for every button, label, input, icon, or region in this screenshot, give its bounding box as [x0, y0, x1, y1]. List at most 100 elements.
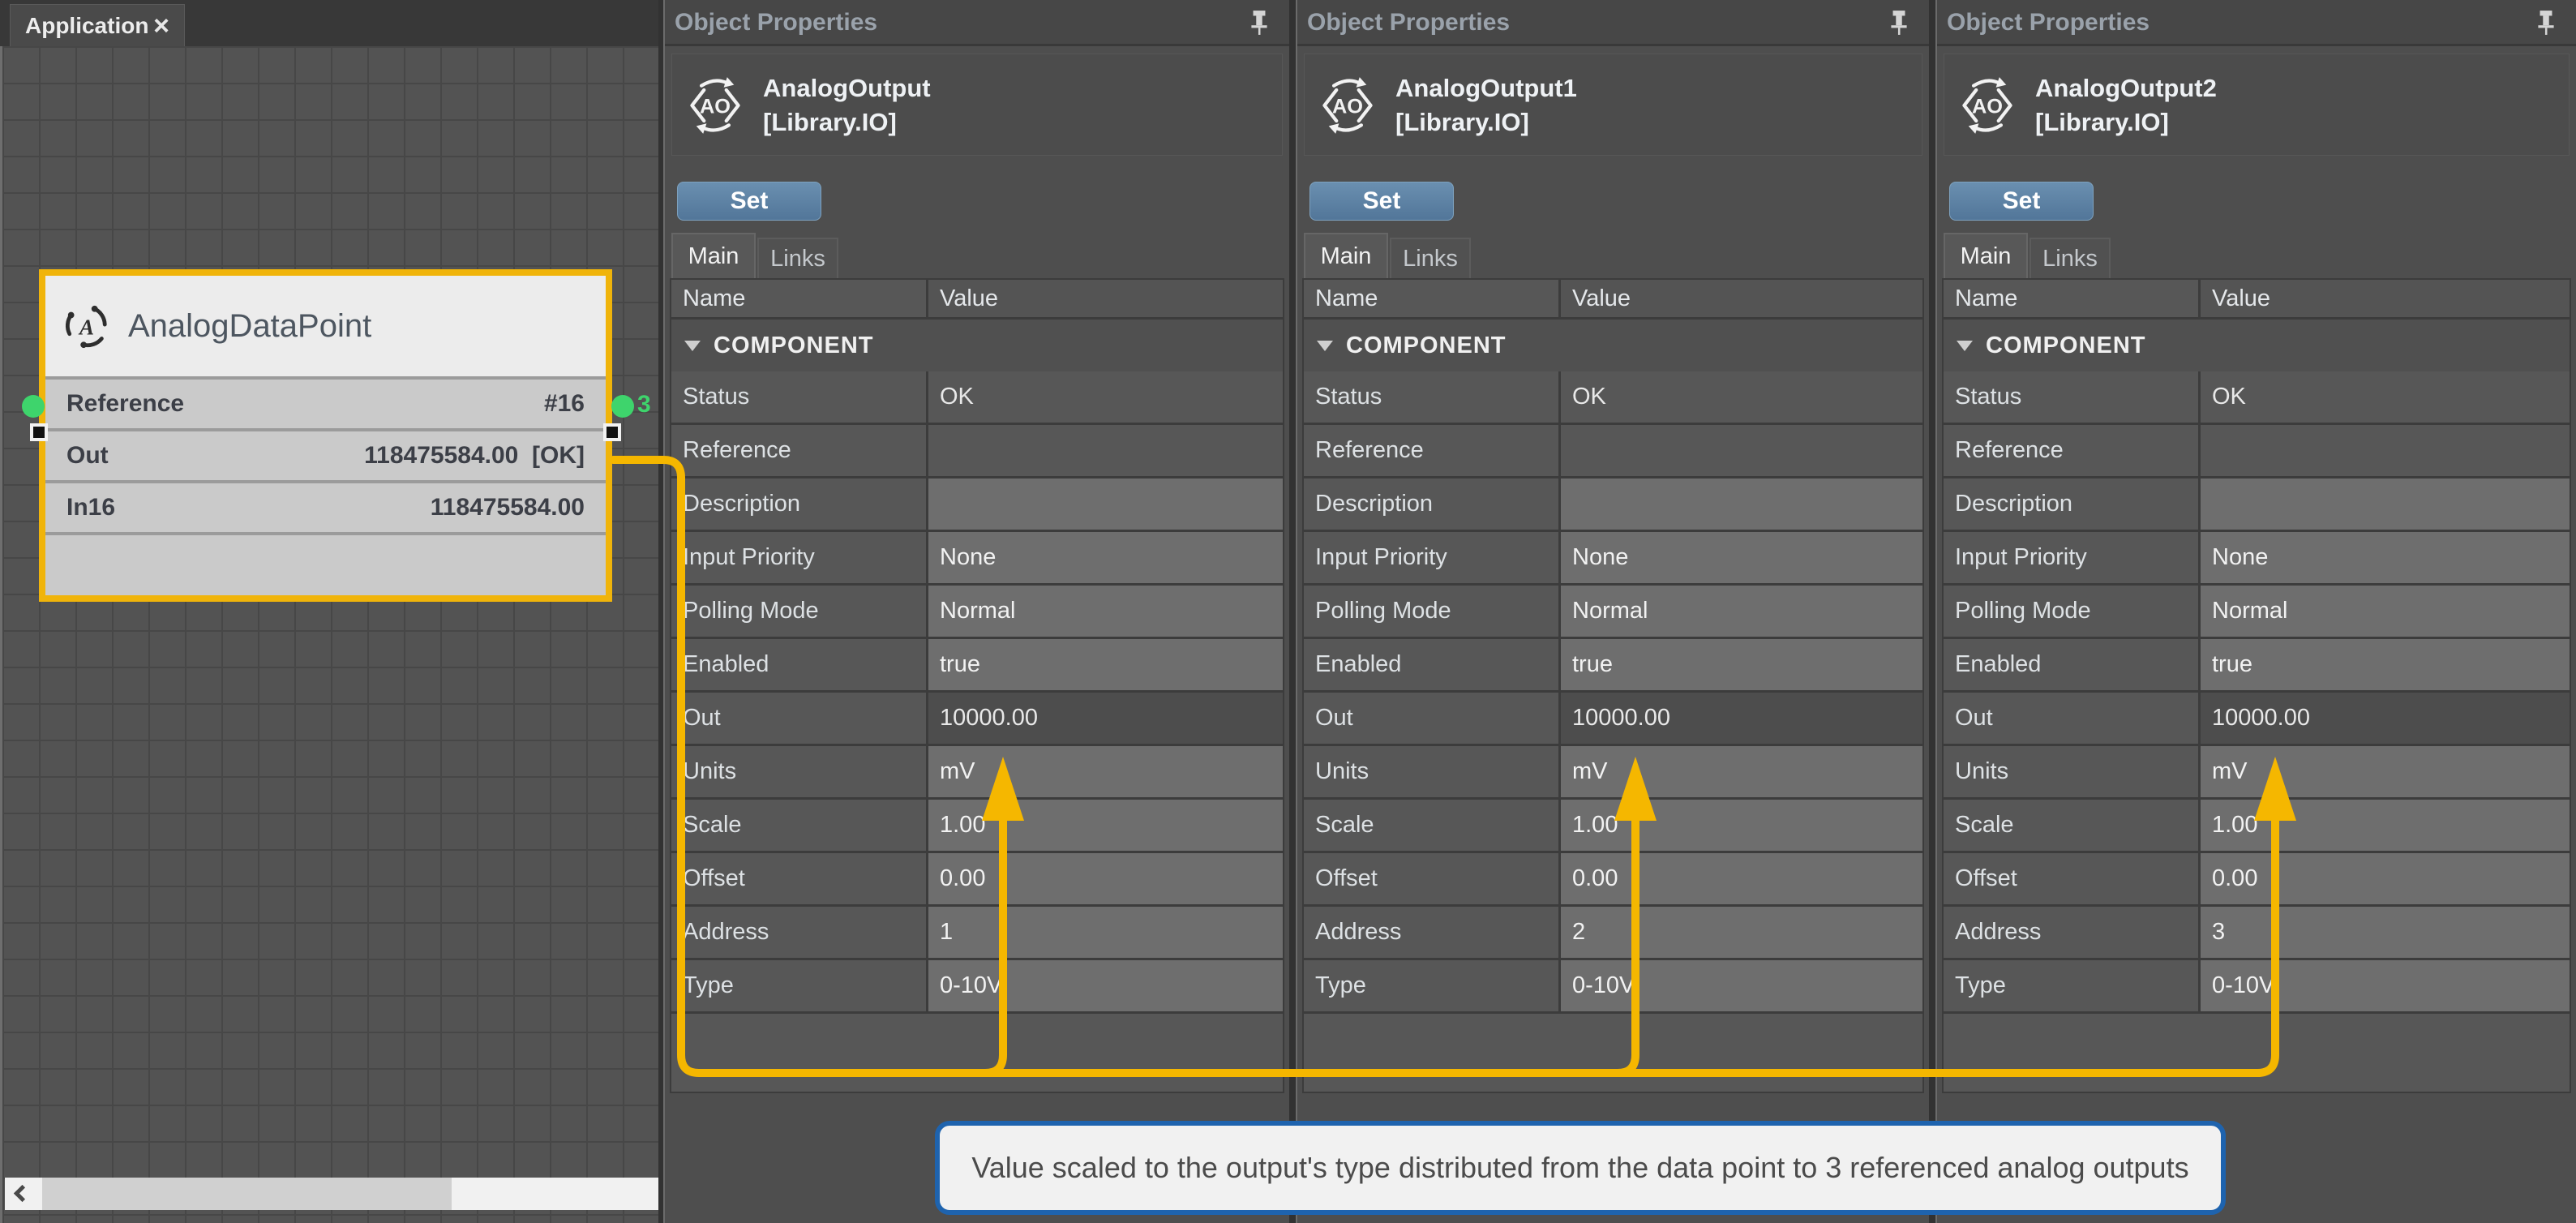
pin-icon[interactable]: [1249, 10, 1270, 36]
property-value[interactable]: true: [928, 639, 1283, 690]
property-value[interactable]: 0.00: [1561, 853, 1922, 904]
tab-links[interactable]: Links: [1390, 238, 1471, 278]
property-value[interactable]: true: [1561, 639, 1922, 690]
resize-handle-left[interactable]: [30, 423, 48, 441]
property-row-out[interactable]: Out10000.00: [1944, 693, 2570, 746]
property-row-description[interactable]: Description: [1944, 478, 2570, 532]
panel-titlebar[interactable]: Object Properties: [1937, 0, 2576, 46]
block-row-out[interactable]: Out 118475584.00 [OK]: [45, 428, 606, 480]
property-value[interactable]: 1.00: [1561, 800, 1922, 851]
property-row-type[interactable]: Type0-10V: [671, 960, 1283, 1014]
section-component[interactable]: COMPONENT: [1944, 320, 2570, 371]
property-value[interactable]: 2: [1561, 907, 1922, 958]
property-row-type[interactable]: Type0-10V: [1944, 960, 2570, 1014]
panel-splitter[interactable]: [1289, 0, 1296, 1223]
pin-icon[interactable]: [1888, 10, 1909, 36]
panel-titlebar[interactable]: Object Properties: [665, 0, 1289, 46]
property-value[interactable]: [1561, 478, 1922, 530]
property-row-status[interactable]: StatusOK: [1304, 371, 1922, 425]
property-row-offset[interactable]: Offset0.00: [1304, 853, 1922, 907]
property-value[interactable]: 0-10V: [1561, 960, 1922, 1011]
column-header-value[interactable]: Value: [1561, 280, 1922, 317]
property-row-units[interactable]: UnitsmV: [1944, 746, 2570, 800]
property-row-enabled[interactable]: Enabledtrue: [671, 639, 1283, 693]
property-value[interactable]: mV: [1561, 746, 1922, 797]
property-value[interactable]: mV: [2201, 746, 2570, 797]
property-value[interactable]: true: [2201, 639, 2570, 690]
set-button[interactable]: Set: [677, 182, 821, 221]
set-button[interactable]: Set: [1309, 182, 1454, 221]
property-row-enabled[interactable]: Enabledtrue: [1944, 639, 2570, 693]
property-value[interactable]: Normal: [2201, 586, 2570, 637]
property-row-polling-mode[interactable]: Polling ModeNormal: [1304, 586, 1922, 639]
property-row-input-priority[interactable]: Input PriorityNone: [1944, 532, 2570, 586]
property-value[interactable]: None: [928, 532, 1283, 583]
property-value[interactable]: 0.00: [928, 853, 1283, 904]
column-header-value[interactable]: Value: [2201, 280, 2570, 317]
property-row-description[interactable]: Description: [1304, 478, 1922, 532]
property-row-input-priority[interactable]: Input PriorityNone: [1304, 532, 1922, 586]
block-row-reference[interactable]: Reference #16: [45, 376, 606, 428]
property-row-status[interactable]: StatusOK: [671, 371, 1283, 425]
tab-links[interactable]: Links: [2030, 238, 2111, 278]
property-row-out[interactable]: Out10000.00: [1304, 693, 1922, 746]
property-value[interactable]: 1: [928, 907, 1283, 958]
scroll-left-button[interactable]: [5, 1178, 41, 1210]
property-value[interactable]: 3: [2201, 907, 2570, 958]
tab-application[interactable]: Application ×: [10, 4, 185, 46]
property-value[interactable]: Normal: [1561, 586, 1922, 637]
property-row-address[interactable]: Address1: [671, 907, 1283, 960]
property-value[interactable]: [928, 478, 1283, 530]
property-row-units[interactable]: UnitsmV: [1304, 746, 1922, 800]
property-row-status[interactable]: StatusOK: [1944, 371, 2570, 425]
property-value[interactable]: 1.00: [928, 800, 1283, 851]
property-row-description[interactable]: Description: [671, 478, 1283, 532]
property-row-scale[interactable]: Scale1.00: [671, 800, 1283, 853]
block-row-in16[interactable]: In16 118475584.00: [45, 480, 606, 532]
property-value[interactable]: Normal: [928, 586, 1283, 637]
property-value[interactable]: 0-10V: [928, 960, 1283, 1011]
input-port-dot[interactable]: [22, 395, 45, 418]
section-component[interactable]: COMPONENT: [1304, 320, 1922, 371]
property-row-scale[interactable]: Scale1.00: [1304, 800, 1922, 853]
tab-links[interactable]: Links: [757, 238, 838, 278]
property-row-type[interactable]: Type0-10V: [1304, 960, 1922, 1014]
pin-icon[interactable]: [2535, 10, 2557, 36]
wire-sheet-canvas[interactable]: A AnalogDataPoint Reference #16 Out 1184…: [0, 46, 658, 1223]
property-row-polling-mode[interactable]: Polling ModeNormal: [1944, 586, 2570, 639]
property-row-reference[interactable]: Reference: [1304, 425, 1922, 478]
set-button[interactable]: Set: [1949, 182, 2094, 221]
property-row-input-priority[interactable]: Input PriorityNone: [671, 532, 1283, 586]
property-value[interactable]: 0.00: [2201, 853, 2570, 904]
section-component[interactable]: COMPONENT: [671, 320, 1283, 371]
column-header-name[interactable]: Name: [671, 280, 928, 317]
property-row-out[interactable]: Out10000.00: [671, 693, 1283, 746]
property-row-scale[interactable]: Scale1.00: [1944, 800, 2570, 853]
panel-titlebar[interactable]: Object Properties: [1297, 0, 1929, 46]
tab-main[interactable]: Main: [1304, 233, 1388, 278]
output-port-dot[interactable]: [611, 395, 634, 418]
block-header[interactable]: A AnalogDataPoint: [45, 276, 606, 376]
property-value[interactable]: 1.00: [2201, 800, 2570, 851]
property-value[interactable]: None: [1561, 532, 1922, 583]
property-row-address[interactable]: Address3: [1944, 907, 2570, 960]
horizontal-scrollbar[interactable]: [5, 1178, 658, 1210]
panel-splitter[interactable]: [1929, 0, 1935, 1223]
property-row-address[interactable]: Address2: [1304, 907, 1922, 960]
property-row-offset[interactable]: Offset0.00: [671, 853, 1283, 907]
property-value[interactable]: 0-10V: [2201, 960, 2570, 1011]
property-value[interactable]: mV: [928, 746, 1283, 797]
tab-main[interactable]: Main: [1944, 233, 2028, 278]
tab-main[interactable]: Main: [671, 233, 756, 278]
property-row-reference[interactable]: Reference: [671, 425, 1283, 478]
column-header-value[interactable]: Value: [928, 280, 1283, 317]
property-row-reference[interactable]: Reference: [1944, 425, 2570, 478]
property-row-enabled[interactable]: Enabledtrue: [1304, 639, 1922, 693]
property-value[interactable]: None: [2201, 532, 2570, 583]
property-value[interactable]: [2201, 478, 2570, 530]
column-header-name[interactable]: Name: [1944, 280, 2201, 317]
column-header-name[interactable]: Name: [1304, 280, 1561, 317]
close-icon[interactable]: ×: [153, 12, 169, 40]
analog-data-point-block[interactable]: A AnalogDataPoint Reference #16 Out 1184…: [39, 269, 612, 602]
property-row-offset[interactable]: Offset0.00: [1944, 853, 2570, 907]
